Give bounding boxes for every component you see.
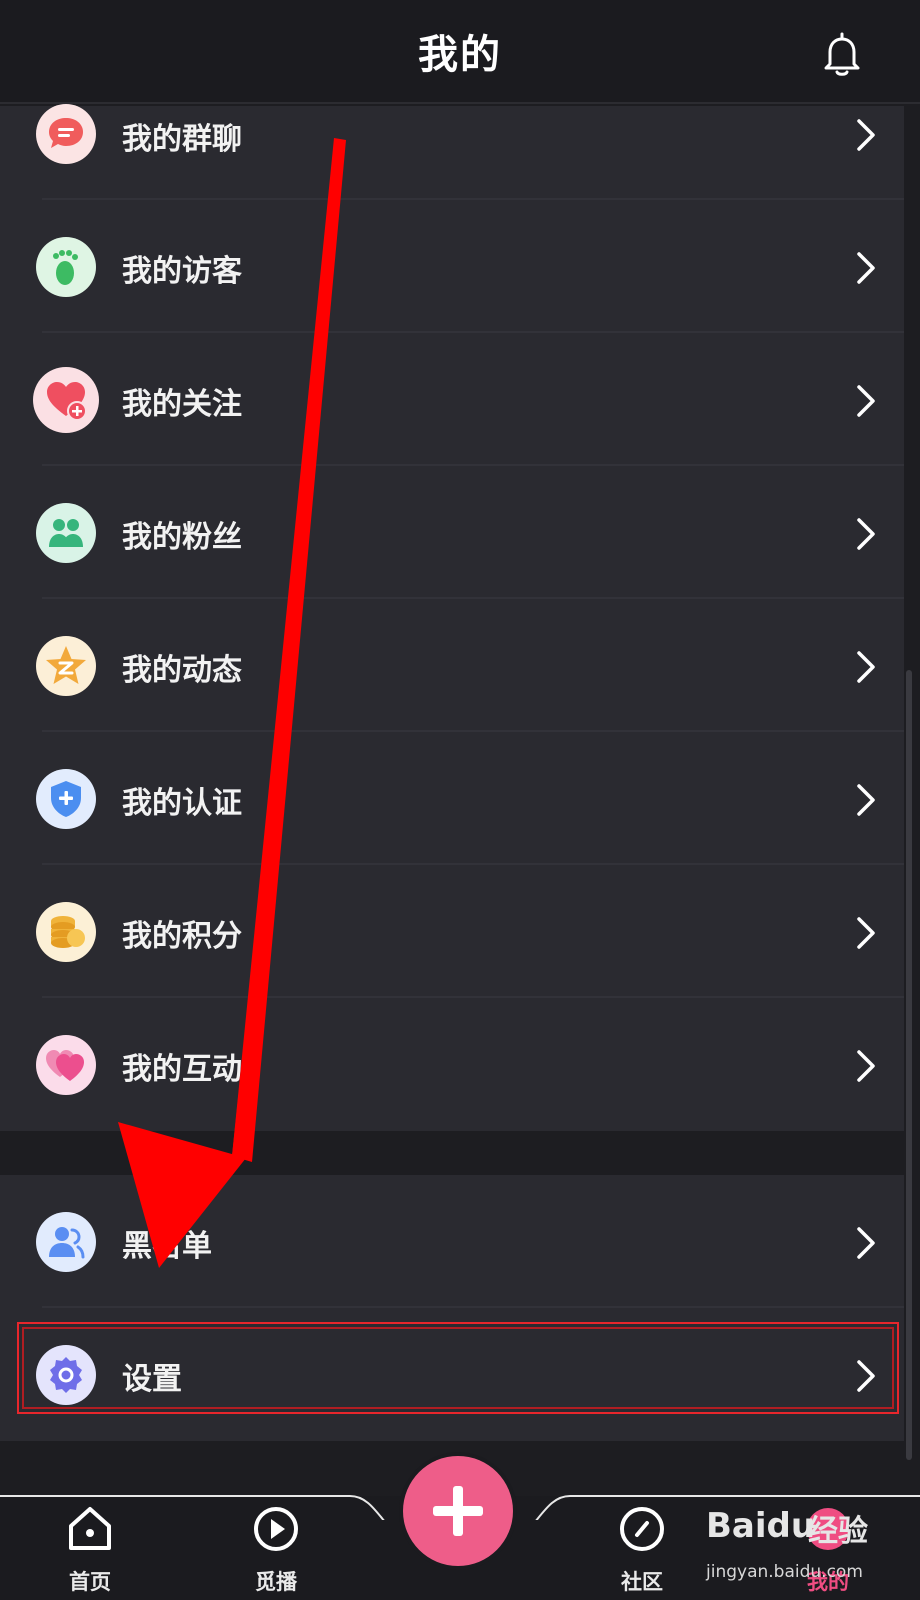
chat-bubble-icon	[36, 104, 96, 164]
tab-home[interactable]: 首页	[20, 1496, 160, 1600]
menu-item-verification[interactable]: 我的认证	[0, 732, 904, 865]
menu-item-moments[interactable]: 我的动态	[0, 599, 904, 732]
coins-icon	[36, 902, 96, 962]
home-icon	[69, 1507, 111, 1550]
chevron-right-icon	[857, 917, 875, 949]
menu-list: 我的群聊 我的访客 我的关注 我的粉丝 我的动态 我的认证 我的积分 我的互动 …	[0, 104, 904, 1441]
tab-community[interactable]: 社区	[572, 1496, 712, 1600]
menu-group-settings: 黑名单 设置	[0, 1175, 904, 1441]
menu-item-visitors[interactable]: 我的访客	[0, 200, 904, 333]
menu-item-points[interactable]: 我的积分	[0, 865, 904, 998]
chevron-right-icon	[857, 252, 875, 284]
page-title: 我的	[418, 32, 502, 78]
watermark: Baidu 经验 jingyan.baidu.com	[702, 1500, 902, 1596]
menu-item-label: 黑名单	[122, 1229, 212, 1264]
scrollbar[interactable]	[906, 670, 912, 1460]
chevron-right-icon	[857, 1050, 875, 1082]
menu-item-label: 我的粉丝	[122, 520, 242, 555]
play-icon	[254, 1507, 298, 1551]
menu-item-label: 我的互动	[122, 1052, 242, 1087]
create-post-button[interactable]	[403, 1456, 513, 1566]
double-heart-icon	[36, 1035, 96, 1095]
watermark-brand: Baidu	[706, 1506, 816, 1546]
people-icon	[36, 503, 96, 563]
highlight-box	[17, 1322, 899, 1414]
tab-label: 社区	[621, 1570, 663, 1594]
menu-item-label: 我的群聊	[122, 122, 242, 157]
watermark-product: 经验	[808, 1514, 868, 1549]
menu-item-label: 我的动态	[122, 653, 242, 688]
menu-item-following[interactable]: 我的关注	[0, 333, 904, 466]
tab-label: 觅播	[255, 1570, 297, 1594]
shield-plus-icon	[36, 769, 96, 829]
menu-item-label: 我的积分	[122, 919, 242, 954]
bell-icon[interactable]	[822, 30, 862, 78]
chevron-right-icon	[857, 385, 875, 417]
star-z-icon	[36, 636, 96, 696]
section-divider	[0, 1131, 904, 1175]
chevron-right-icon	[857, 784, 875, 816]
footprint-icon	[36, 237, 96, 297]
menu-item-label: 我的关注	[122, 387, 242, 422]
menu-item-settings[interactable]: 设置	[0, 1308, 904, 1441]
menu-item-label: 我的访客	[122, 254, 242, 289]
tab-live[interactable]: 觅播	[206, 1496, 346, 1600]
heart-plus-icon	[33, 367, 99, 433]
menu-group-main: 我的群聊 我的访客 我的关注 我的粉丝 我的动态 我的认证 我的积分 我的互动	[0, 104, 904, 1131]
menu-item-fans[interactable]: 我的粉丝	[0, 466, 904, 599]
menu-item-blacklist[interactable]: 黑名单	[0, 1175, 904, 1308]
user-block-icon	[36, 1212, 96, 1272]
tab-label: 首页	[69, 1570, 111, 1594]
top-bar: 我的	[0, 0, 920, 104]
menu-item-group-chat[interactable]: 我的群聊	[0, 104, 904, 200]
chevron-right-icon	[857, 119, 875, 151]
chevron-right-icon	[857, 1227, 875, 1259]
compass-icon	[620, 1507, 664, 1551]
watermark-url: jingyan.baidu.com	[706, 1562, 863, 1582]
chevron-right-icon	[857, 651, 875, 683]
menu-item-label: 我的认证	[122, 786, 242, 821]
menu-item-interactions[interactable]: 我的互动	[0, 998, 904, 1131]
chevron-right-icon	[857, 518, 875, 550]
